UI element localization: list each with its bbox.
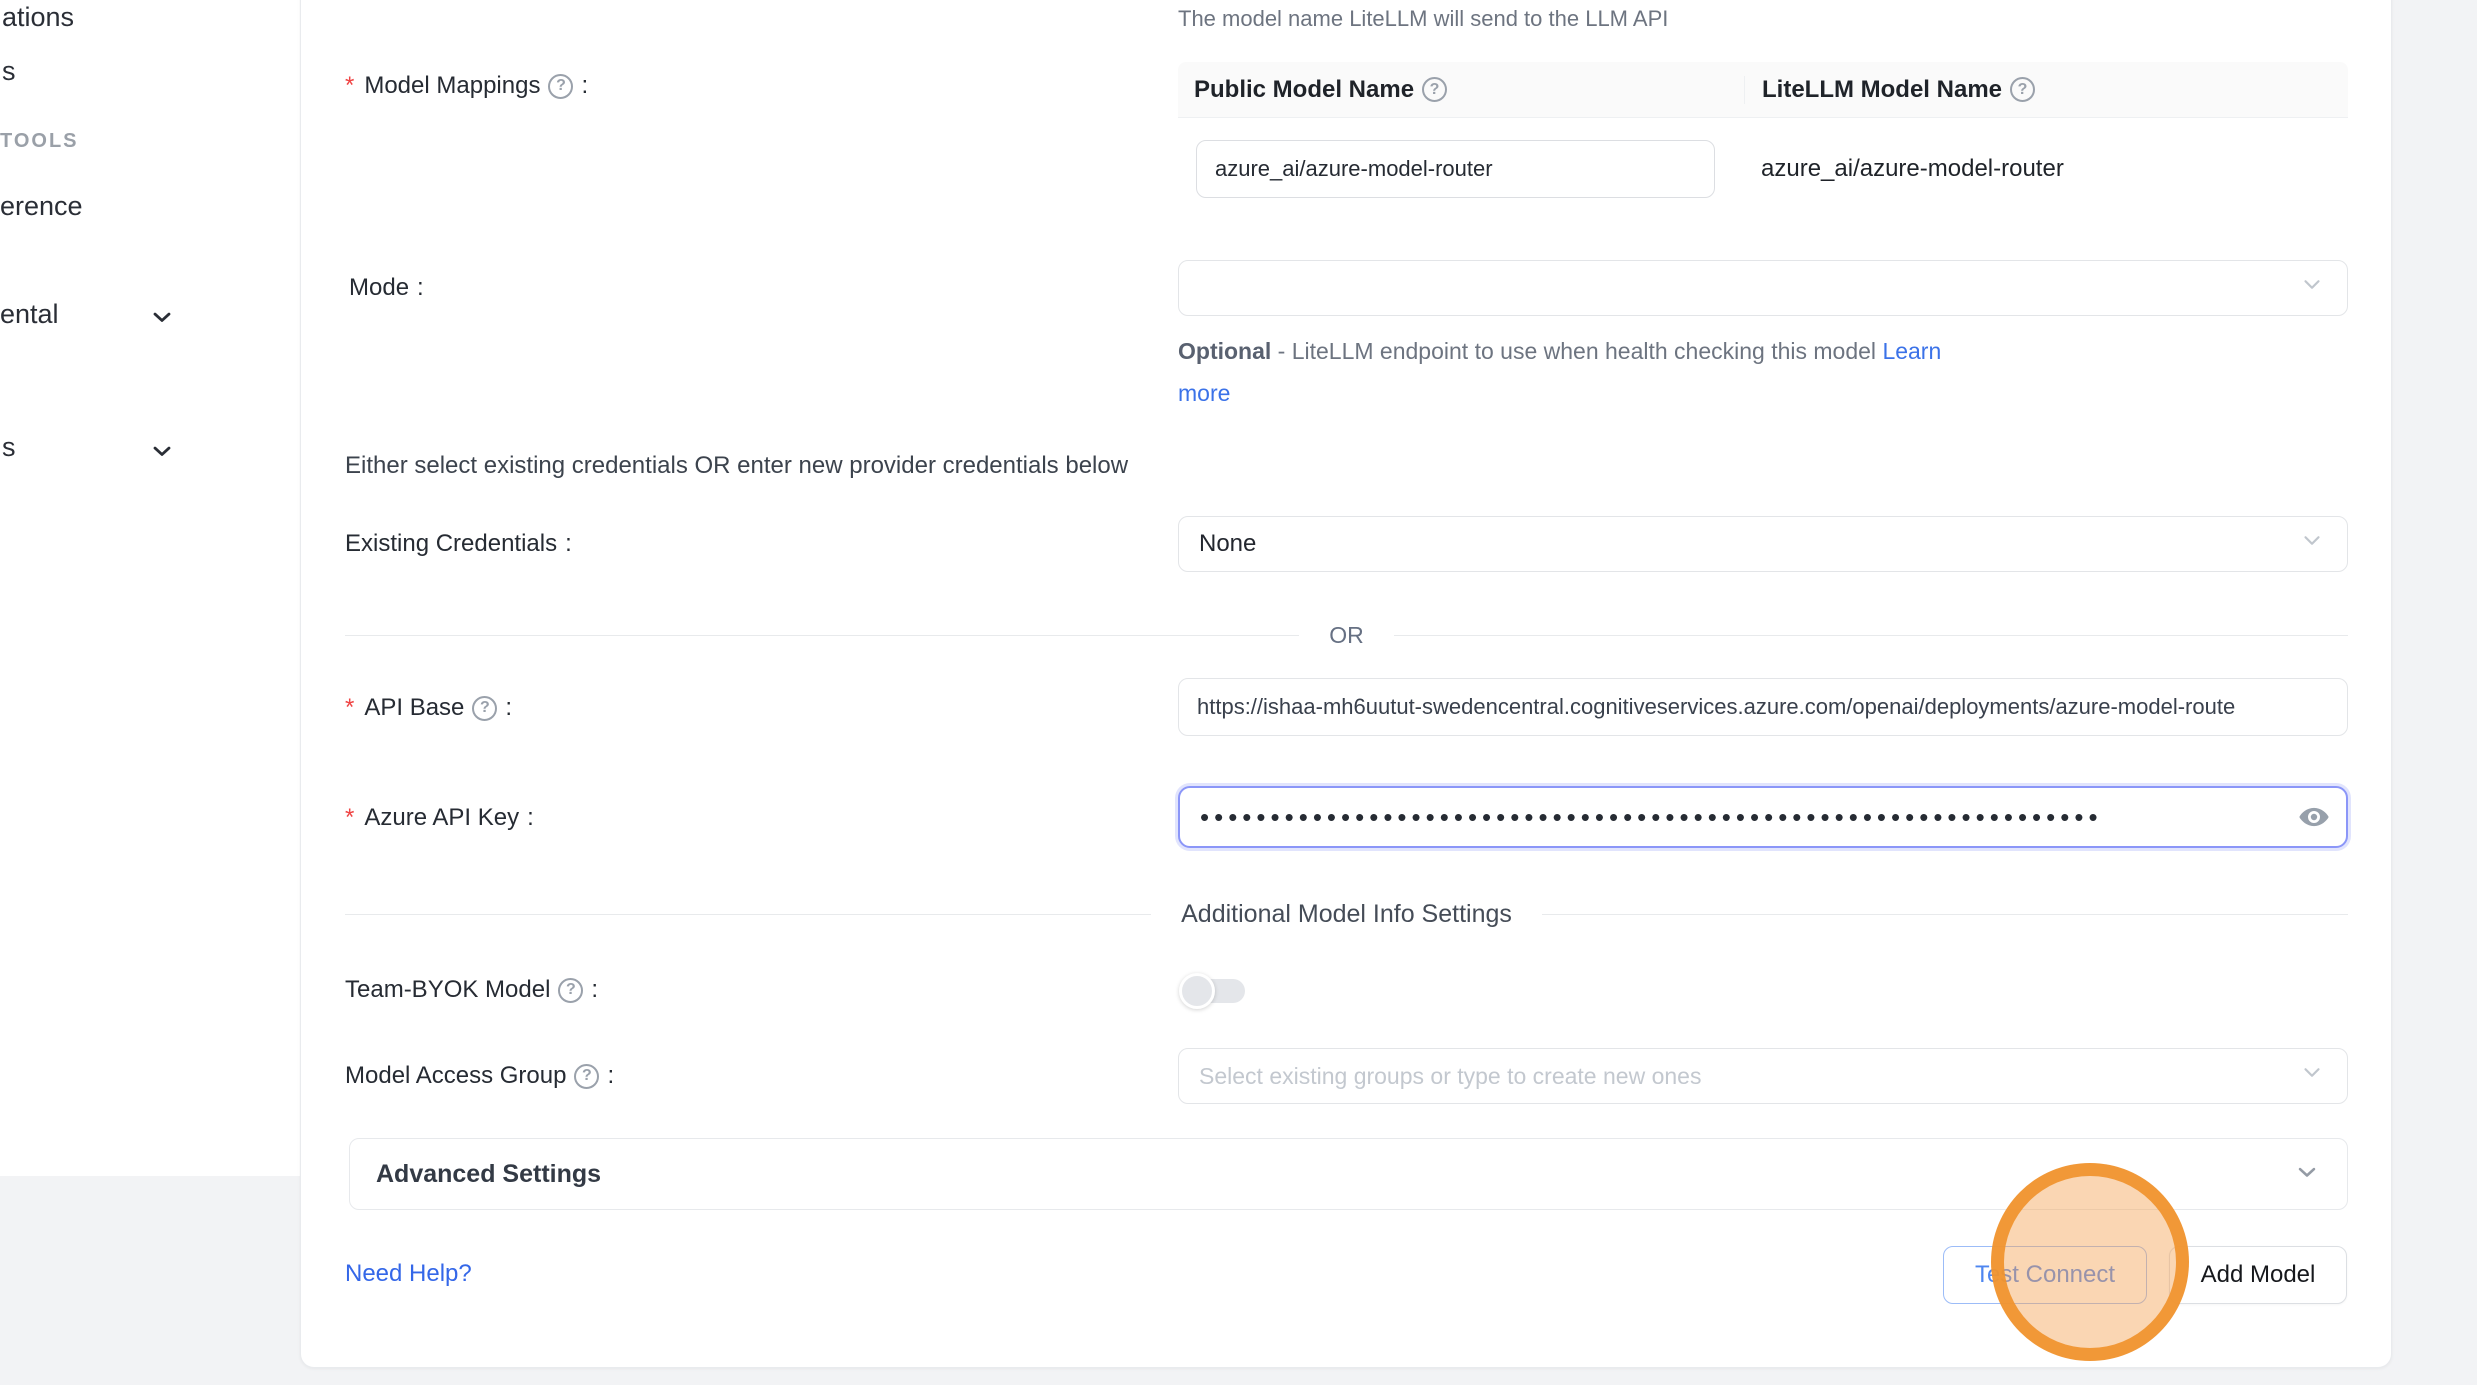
existing-credentials-value: None — [1199, 530, 1256, 558]
sidebar-item[interactable]: ations — [2, 2, 74, 33]
required-mark: * — [345, 804, 354, 832]
test-connect-button[interactable]: Test Connect — [1943, 1246, 2147, 1304]
team-byok-toggle[interactable] — [1183, 978, 1245, 1004]
advanced-settings-panel[interactable]: Advanced Settings — [349, 1138, 2348, 1210]
team-byok-label: Team-BYOK Model : — [345, 976, 598, 1004]
sidebar: ations s TOOLS erence ental s — [0, 0, 300, 1176]
page: ations s TOOLS erence ental s The model … — [0, 0, 2477, 1385]
eye-icon[interactable] — [2298, 801, 2330, 833]
add-model-card: The model name LiteLLM will send to the … — [300, 0, 2392, 1368]
chevron-down-icon — [2299, 272, 2325, 305]
question-circle-icon[interactable] — [1422, 77, 1447, 102]
azure-api-key-label: * Azure API Key : — [345, 804, 534, 832]
table-row: azure_ai/azure-model-router — [1178, 118, 2348, 234]
question-circle-icon[interactable] — [558, 978, 583, 1003]
credentials-note: Either select existing credentials OR en… — [345, 452, 1128, 480]
model-name-hint: The model name LiteLLM will send to the … — [1178, 6, 1668, 32]
table-header-row: Public Model Name LiteLLM Model Name — [1178, 62, 2348, 118]
column-header-litellm-model-name: LiteLLM Model Name — [1744, 76, 2348, 104]
litellm-model-name-value: azure_ai/azure-model-router — [1744, 140, 2064, 198]
masked-password-value: ••••••••••••••••••••••••••••••••••••••••… — [1200, 804, 2100, 830]
existing-credentials-select[interactable]: None — [1178, 516, 2348, 572]
need-help-link[interactable]: Need Help? — [345, 1260, 472, 1288]
sidebar-item-label: erence — [0, 191, 83, 221]
model-mappings-label: * Model Mappings : — [345, 72, 588, 100]
advanced-settings-title: Advanced Settings — [350, 1160, 601, 1189]
model-access-group-select[interactable]: Select existing groups or type to create… — [1178, 1048, 2348, 1104]
existing-credentials-label: Existing Credentials : — [345, 530, 572, 558]
chevron-down-icon — [2299, 528, 2325, 561]
add-model-button[interactable]: Add Model — [2169, 1246, 2347, 1304]
required-mark: * — [345, 694, 354, 722]
sidebar-item[interactable]: s — [2, 432, 16, 463]
model-access-group-label: Model Access Group : — [345, 1062, 614, 1090]
additional-settings-divider: Additional Model Info Settings — [345, 899, 2348, 929]
public-model-name-input[interactable] — [1196, 140, 1715, 198]
chevron-down-icon — [2299, 1060, 2325, 1093]
mode-hint: Optional - LiteLLM endpoint to use when … — [1178, 330, 1978, 414]
sidebar-item[interactable]: erence — [0, 191, 83, 222]
sidebar-item-label: s — [2, 432, 16, 462]
question-circle-icon[interactable] — [548, 74, 573, 99]
required-mark: * — [345, 72, 354, 100]
model-mappings-table: Public Model Name LiteLLM Model Name azu… — [1178, 62, 2348, 234]
azure-api-key-input[interactable]: ••••••••••••••••••••••••••••••••••••••••… — [1178, 786, 2348, 848]
sidebar-item-label: ental — [0, 299, 59, 329]
sidebar-item[interactable]: ental — [0, 299, 59, 330]
question-circle-icon[interactable] — [472, 696, 497, 721]
column-header-public-model-name: Public Model Name — [1178, 76, 1744, 104]
or-divider: OR — [345, 620, 2348, 650]
sidebar-item-label: ations — [2, 2, 74, 32]
mode-select[interactable] — [1178, 260, 2348, 316]
question-circle-icon[interactable] — [574, 1064, 599, 1089]
chevron-down-icon — [148, 303, 176, 336]
or-divider-label: OR — [1299, 622, 1394, 649]
sidebar-section-label: TOOLS — [0, 130, 79, 153]
mode-label: Mode : — [349, 274, 424, 302]
question-circle-icon[interactable] — [2010, 77, 2035, 102]
sidebar-item-label: s — [2, 56, 16, 86]
sidebar-item[interactable]: s — [2, 56, 16, 87]
api-base-label: * API Base : — [345, 694, 512, 722]
additional-settings-divider-label: Additional Model Info Settings — [1151, 900, 1542, 929]
chevron-down-icon — [2293, 1158, 2321, 1191]
api-base-input[interactable] — [1178, 678, 2348, 736]
chevron-down-icon — [148, 437, 176, 470]
toggle-knob — [1179, 973, 1215, 1009]
model-access-group-placeholder: Select existing groups or type to create… — [1199, 1063, 1701, 1090]
